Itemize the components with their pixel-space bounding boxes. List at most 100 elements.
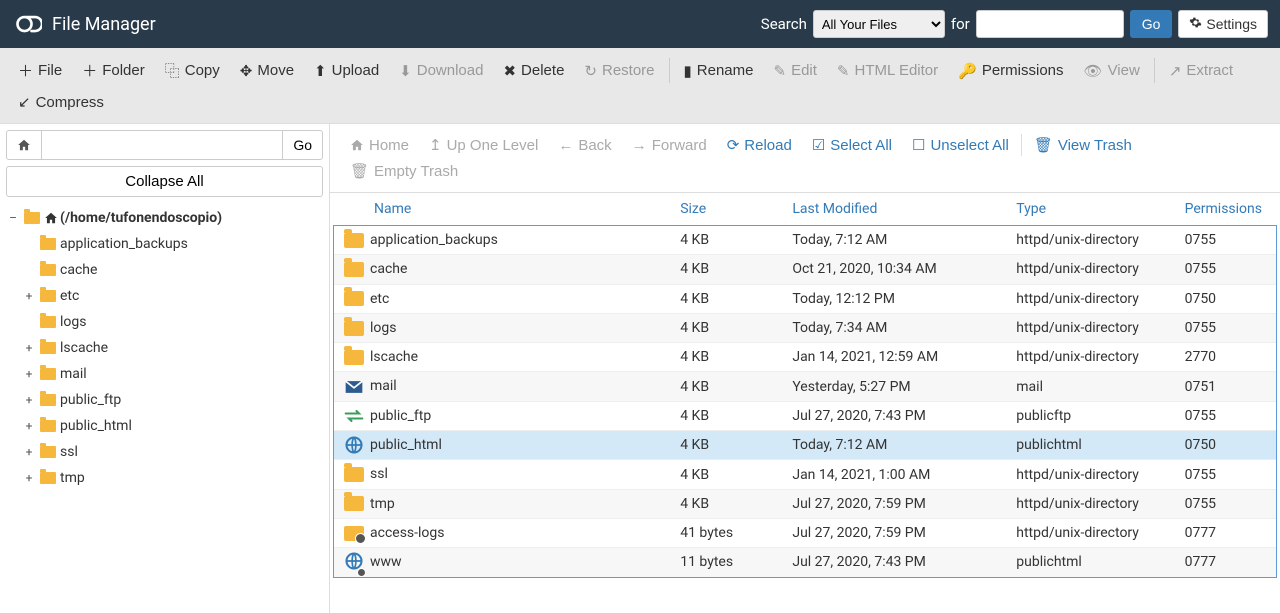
table-row[interactable]: public_ftp 4 KB Jul 27, 2020, 7:43 PM pu… <box>334 401 1276 430</box>
folder-icon <box>40 285 56 307</box>
table-row[interactable]: lscache 4 KB Jan 14, 2021, 12:59 AM http… <box>334 343 1276 372</box>
delete-button[interactable]: ✖Delete <box>493 54 574 87</box>
download-button[interactable]: ⬇Download <box>389 54 493 87</box>
table-row[interactable]: tmp 4 KB Jul 27, 2020, 7:59 PM httpd/uni… <box>334 489 1276 518</box>
globe-icon <box>344 435 364 455</box>
move-button[interactable]: ✥Move <box>230 54 304 87</box>
tree-item[interactable]: +lscache <box>22 335 323 361</box>
table-row[interactable]: public_html 4 KB Today, 7:12 AM publicht… <box>334 431 1276 460</box>
html-editor-button[interactable]: ✎HTML Editor <box>827 54 948 87</box>
folder-open-icon <box>24 207 40 229</box>
tree-item[interactable]: +mail <box>22 361 323 387</box>
new-folder-button[interactable]: ＋Folder <box>72 54 155 87</box>
settings-button[interactable]: Settings <box>1178 10 1268 38</box>
extract-icon: ↗ <box>1169 62 1182 80</box>
extract-button[interactable]: ↗Extract <box>1159 54 1243 87</box>
col-size[interactable]: Size <box>670 193 782 226</box>
globe-link-icon <box>344 551 364 575</box>
table-row[interactable]: cache 4 KB Oct 21, 2020, 10:34 AM httpd/… <box>334 255 1276 284</box>
view-button[interactable]: 👁View <box>1074 54 1150 87</box>
plus-icon: ＋ <box>18 60 33 81</box>
table-row[interactable]: logs 4 KB Today, 7:34 AM httpd/unix-dire… <box>334 313 1276 342</box>
col-perms[interactable]: Permissions <box>1175 193 1276 226</box>
empty-trash-button[interactable]: 🗑Empty Trash <box>340 158 468 184</box>
app-header: File Manager Search All Your Files for G… <box>0 0 1280 48</box>
search-input[interactable] <box>976 10 1124 38</box>
check-icon: ☑ <box>812 136 825 154</box>
tree-item[interactable]: logs <box>22 309 323 335</box>
select-all-button[interactable]: ☑Select All <box>802 132 902 158</box>
rename-button[interactable]: ▮Rename <box>674 54 764 87</box>
table-row[interactable]: application_backups 4 KB Today, 7:12 AM … <box>334 226 1276 255</box>
table-row[interactable]: etc 4 KB Today, 12:12 PM httpd/unix-dire… <box>334 284 1276 313</box>
cell-modified: Today, 12:12 PM <box>782 284 1006 313</box>
new-file-button[interactable]: ＋File <box>8 54 72 87</box>
trash-icon: 🗑 <box>1034 136 1053 154</box>
tree-item[interactable]: application_backups <box>22 231 323 257</box>
col-type[interactable]: Type <box>1006 193 1174 226</box>
search-scope-select[interactable]: All Your Files <box>813 10 945 38</box>
permissions-button[interactable]: 🔑Permissions <box>948 54 1073 87</box>
expand-toggle[interactable]: + <box>22 441 36 463</box>
expand-toggle[interactable]: + <box>22 467 36 489</box>
toolbar-separator <box>669 58 670 83</box>
col-modified[interactable]: Last Modified <box>782 193 1006 226</box>
path-input[interactable] <box>42 130 282 160</box>
reload-button[interactable]: ⟳Reload <box>717 132 802 158</box>
delete-icon: ✖ <box>503 62 516 80</box>
cell-size: 41 bytes <box>670 518 782 547</box>
cell-modified: Jul 27, 2020, 7:43 PM <box>782 548 1006 577</box>
folder-icon <box>344 262 364 277</box>
cell-type: publichtml <box>1006 431 1174 460</box>
copy-button[interactable]: ⿻Copy <box>155 54 230 87</box>
home-icon <box>44 211 58 225</box>
tree-item[interactable]: +tmp <box>22 465 323 491</box>
collapse-all-button[interactable]: Collapse All <box>6 166 323 197</box>
expand-toggle[interactable]: + <box>22 337 36 359</box>
home-path-button[interactable] <box>6 130 42 160</box>
expand-toggle <box>22 259 36 281</box>
cell-size: 4 KB <box>670 489 782 518</box>
restore-button[interactable]: ↻Restore <box>574 54 664 87</box>
expand-toggle[interactable]: + <box>22 415 36 437</box>
edit-button[interactable]: ✎Edit <box>763 54 826 87</box>
tree-item[interactable]: cache <box>22 257 323 283</box>
collapse-toggle[interactable]: – <box>6 207 20 229</box>
search-area: Search All Your Files for Go Settings <box>761 10 1268 38</box>
view-trash-button[interactable]: 🗑View Trash <box>1024 132 1142 158</box>
tree-item[interactable]: +ssl <box>22 439 323 465</box>
search-go-button[interactable]: Go <box>1130 10 1173 38</box>
back-button[interactable]: ←Back <box>548 132 621 158</box>
cell-type: httpd/unix-directory <box>1006 343 1174 372</box>
copy-icon: ⿻ <box>165 60 180 81</box>
compress-button[interactable]: ↙Compress <box>8 87 114 117</box>
table-row[interactable]: ssl 4 KB Jan 14, 2021, 1:00 AM httpd/uni… <box>334 460 1276 489</box>
cell-perms: 0750 <box>1175 284 1276 313</box>
unselect-all-button[interactable]: ☐Unselect All <box>902 132 1019 158</box>
table-row[interactable]: mail 4 KB Yesterday, 5:27 PM mail 0751 <box>334 372 1276 401</box>
move-icon: ✥ <box>240 62 253 80</box>
table-row[interactable]: access-logs 41 bytes Jul 27, 2020, 7:59 … <box>334 518 1276 547</box>
tree-root[interactable]: – (/home/tufonendoscopio) <box>6 205 323 231</box>
tree-item[interactable]: +public_ftp <box>22 387 323 413</box>
for-label: for <box>951 15 970 33</box>
nav-home-button[interactable]: Home <box>340 132 419 158</box>
table-row[interactable]: www 11 bytes Jul 27, 2020, 7:43 PM publi… <box>334 548 1276 577</box>
tree-item[interactable]: +etc <box>22 283 323 309</box>
forward-button[interactable]: →Forward <box>622 132 717 158</box>
tree-item[interactable]: + public_html <box>22 413 323 439</box>
expand-toggle[interactable]: + <box>22 363 36 385</box>
folder-icon <box>40 389 56 411</box>
cell-type: httpd/unix-directory <box>1006 313 1174 342</box>
cell-name: public_html <box>334 431 670 460</box>
search-label: Search <box>761 15 807 33</box>
expand-toggle[interactable]: + <box>22 389 36 411</box>
col-name[interactable]: Name <box>334 193 670 226</box>
tree-item-label: public_html <box>60 415 132 437</box>
path-go-button[interactable]: Go <box>282 130 323 160</box>
cell-perms: 0751 <box>1175 372 1276 401</box>
folder-icon <box>40 415 56 437</box>
upload-button[interactable]: ⬆Upload <box>304 54 389 87</box>
up-one-level-button[interactable]: ↥Up One Level <box>419 132 548 158</box>
expand-toggle[interactable]: + <box>22 285 36 307</box>
